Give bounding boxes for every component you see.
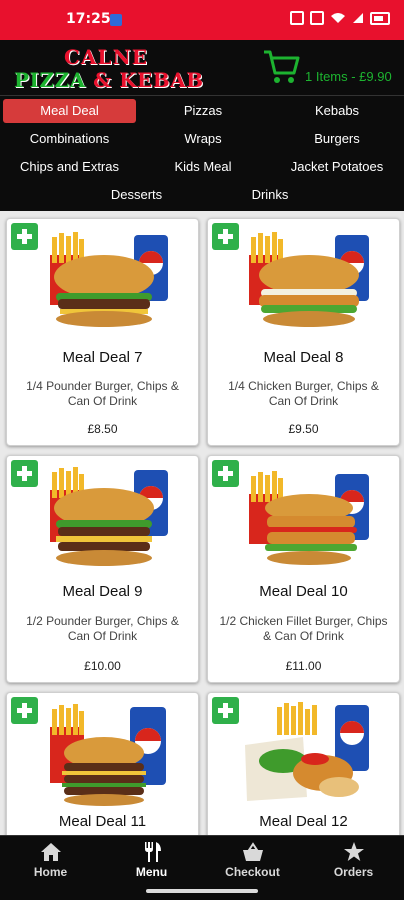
signal-icon bbox=[353, 13, 363, 23]
basket-icon bbox=[243, 842, 263, 861]
product-grid: Meal Deal 7 1/4 Pounder Burger, Chips & … bbox=[0, 210, 404, 835]
category-wraps[interactable]: Wraps bbox=[136, 127, 270, 151]
product-price: £9.50 bbox=[288, 422, 319, 436]
tab-checkout[interactable]: Checkout bbox=[202, 836, 303, 883]
chicken-burger-chips-can-image bbox=[249, 232, 369, 327]
add-to-cart-button[interactable] bbox=[11, 460, 38, 487]
home-icon bbox=[41, 843, 61, 861]
product-card[interactable]: Meal Deal 7 1/4 Pounder Burger, Chips & … bbox=[6, 218, 199, 446]
tab-home-label: Home bbox=[33, 865, 68, 879]
product-name: Meal Deal 10 bbox=[259, 583, 348, 600]
notification-icon bbox=[290, 11, 304, 25]
product-card[interactable]: Meal Deal 11 bbox=[6, 692, 199, 835]
cutlery-icon bbox=[145, 842, 161, 862]
category-burgers[interactable]: Burgers bbox=[270, 127, 404, 151]
chicken-fillet-burger-chips-can-image bbox=[249, 471, 369, 565]
tab-checkout-label: Checkout bbox=[225, 865, 280, 879]
tab-menu[interactable]: Menu bbox=[101, 836, 202, 883]
add-to-cart-button[interactable] bbox=[212, 460, 239, 487]
star-icon bbox=[344, 842, 364, 861]
tab-orders[interactable]: Orders bbox=[303, 836, 404, 883]
add-to-cart-button[interactable] bbox=[11, 223, 38, 250]
status-bar: 17:25 bbox=[0, 0, 404, 40]
category-pizzas[interactable]: Pizzas bbox=[136, 99, 270, 123]
product-price: £8.50 bbox=[87, 422, 118, 436]
status-time: 17:25 bbox=[66, 11, 111, 27]
gesture-bar bbox=[0, 882, 404, 900]
product-card[interactable]: Meal Deal 8 1/4 Chicken Burger, Chips & … bbox=[207, 218, 400, 446]
category-jacket-potatoes[interactable]: Jacket Potatoes bbox=[270, 155, 404, 179]
category-desserts[interactable]: Desserts bbox=[70, 183, 203, 207]
category-nav: Meal Deal Pizzas Kebabs Combinations Wra… bbox=[0, 95, 404, 211]
notification-badge-icon bbox=[110, 14, 122, 26]
tab-home[interactable]: Home bbox=[0, 836, 101, 883]
product-name: Meal Deal 11 bbox=[58, 813, 147, 830]
product-description: 1/2 Pounder Burger, Chips & Can Of Drink bbox=[26, 614, 179, 643]
product-card[interactable]: Meal Deal 9 1/2 Pounder Burger, Chips & … bbox=[6, 455, 199, 683]
product-card[interactable]: Meal Deal 12 bbox=[207, 692, 400, 835]
category-drinks[interactable]: Drinks bbox=[203, 183, 337, 207]
product-price: £10.00 bbox=[84, 659, 121, 673]
vibrate-icon bbox=[310, 11, 324, 25]
burger-chips-can-image bbox=[50, 232, 168, 327]
product-name: Meal Deal 8 bbox=[263, 349, 344, 366]
battery-icon bbox=[370, 11, 390, 25]
tab-menu-label: Menu bbox=[135, 865, 168, 879]
bottom-navigation: Home Menu Checkout Orders bbox=[0, 835, 404, 883]
tab-orders-label: Orders bbox=[333, 865, 374, 879]
product-description: 1/4 Pounder Burger, Chips & Can Of Drink bbox=[26, 379, 179, 408]
double-burger-chips-can-image bbox=[50, 467, 168, 566]
product-card[interactable]: Meal Deal 10 1/2 Chicken Fillet Burger, … bbox=[207, 455, 400, 683]
cart-summary[interactable]: 1 Items - £9.90 bbox=[305, 69, 392, 84]
product-description: 1/4 Chicken Burger, Chips & Can Of Drink bbox=[228, 379, 379, 408]
category-chips-and-extras[interactable]: Chips and Extras bbox=[3, 155, 136, 179]
category-combinations[interactable]: Combinations bbox=[3, 127, 136, 151]
logo-line-1: CALNE bbox=[64, 45, 149, 69]
category-kebabs[interactable]: Kebabs bbox=[270, 99, 404, 123]
product-name: Meal Deal 7 bbox=[62, 349, 143, 366]
product-description: 1/2 Chicken Fillet Burger, Chips & Can O… bbox=[219, 614, 388, 643]
wifi-icon bbox=[331, 13, 345, 23]
category-kids-meal[interactable]: Kids Meal bbox=[136, 155, 270, 179]
add-to-cart-button[interactable] bbox=[11, 697, 38, 724]
category-meal-deal[interactable]: Meal Deal bbox=[3, 99, 136, 123]
product-name: Meal Deal 9 bbox=[62, 583, 143, 600]
add-to-cart-button[interactable] bbox=[212, 223, 239, 250]
status-icons bbox=[290, 11, 390, 25]
product-price: £11.00 bbox=[285, 659, 322, 673]
home-indicator[interactable] bbox=[146, 889, 258, 893]
wrap-chips-can-image bbox=[245, 702, 369, 801]
add-to-cart-button[interactable] bbox=[212, 697, 239, 724]
triple-burger-chips-can-image bbox=[50, 704, 166, 806]
product-name: Meal Deal 12 bbox=[259, 813, 348, 830]
cart-icon[interactable] bbox=[262, 46, 300, 86]
logo-line-2: PIZZA & KEBAB bbox=[14, 68, 204, 92]
